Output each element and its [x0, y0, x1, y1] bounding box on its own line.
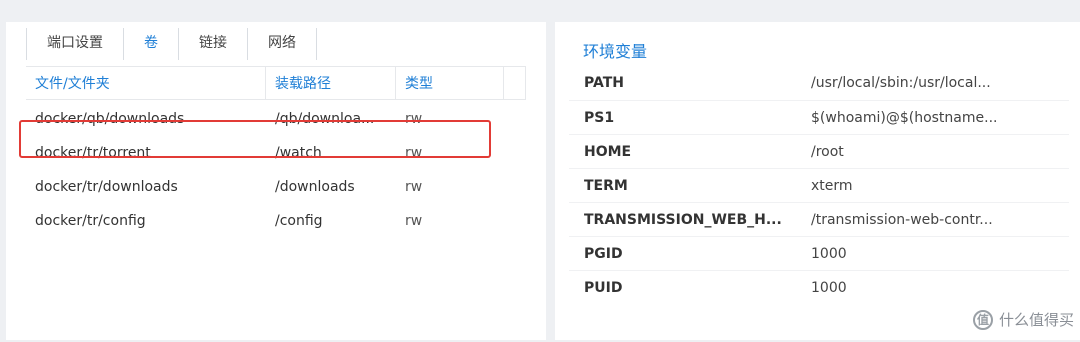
- highlight-annotation-box: [19, 120, 491, 158]
- env-value: xterm: [811, 177, 853, 194]
- column-header-spacer: [504, 67, 526, 99]
- tab-port-settings[interactable]: 端口设置: [26, 28, 124, 60]
- env-value: /transmission-web-contr...: [811, 211, 993, 228]
- env-key: TRANSMISSION_WEB_H...: [584, 211, 782, 228]
- column-header-mount-path[interactable]: 装载路径: [266, 67, 396, 99]
- tab-bar: 端口设置 卷 链接 网络: [26, 28, 317, 60]
- column-header-folder[interactable]: 文件/文件夹: [26, 67, 266, 99]
- env-key: PUID: [584, 279, 623, 296]
- tab-network[interactable]: 网络: [248, 28, 317, 60]
- column-header-type[interactable]: 类型: [396, 67, 504, 99]
- table-row[interactable]: docker/tr/downloads /downloads rw: [26, 170, 526, 204]
- env-table: PATH /usr/local/sbin:/usr/local... PS1 $…: [569, 66, 1069, 304]
- table-row[interactable]: docker/tr/config /config rw: [26, 204, 526, 238]
- mount-path-cell: /downloads: [275, 179, 355, 195]
- env-key: PATH: [584, 75, 624, 91]
- watermark-text: 什么值得买: [998, 311, 1074, 329]
- env-section-title: 环境变量: [583, 42, 648, 61]
- type-cell: rw: [405, 213, 423, 229]
- folder-cell: docker/tr/downloads: [35, 179, 178, 195]
- env-key: TERM: [584, 177, 628, 194]
- volume-table-header: 文件/文件夹 装载路径 类型: [26, 66, 526, 100]
- env-value: 1000: [811, 279, 847, 296]
- watermark-logo-icon: 值: [972, 309, 993, 330]
- env-row[interactable]: HOME /root: [569, 134, 1069, 168]
- env-key: PGID: [584, 245, 623, 262]
- tab-volume[interactable]: 卷: [124, 28, 179, 60]
- watermark: 值 什么值得买: [972, 309, 1074, 330]
- env-value: /root: [811, 143, 844, 160]
- env-row[interactable]: PGID 1000: [569, 236, 1069, 270]
- env-value: 1000: [811, 245, 847, 262]
- mount-path-cell: /config: [275, 213, 323, 229]
- env-row[interactable]: PATH /usr/local/sbin:/usr/local...: [569, 66, 1069, 100]
- env-row[interactable]: PUID 1000: [569, 270, 1069, 304]
- env-key: HOME: [584, 143, 632, 160]
- env-row[interactable]: TRANSMISSION_WEB_H... /transmission-web-…: [569, 202, 1069, 236]
- type-cell: rw: [405, 179, 423, 195]
- volume-panel: 端口设置 卷 链接 网络 文件/文件夹 装载路径 类型 docker/qb/do…: [6, 22, 546, 340]
- tab-links[interactable]: 链接: [179, 28, 248, 60]
- env-value: /usr/local/sbin:/usr/local...: [811, 75, 991, 91]
- folder-cell: docker/tr/config: [35, 213, 146, 229]
- env-value: $(whoami)@$(hostname...: [811, 109, 998, 126]
- env-panel: 环境变量 PATH /usr/local/sbin:/usr/local... …: [555, 22, 1080, 340]
- env-row[interactable]: TERM xterm: [569, 168, 1069, 202]
- env-row[interactable]: PS1 $(whoami)@$(hostname...: [569, 100, 1069, 134]
- env-key: PS1: [584, 109, 615, 126]
